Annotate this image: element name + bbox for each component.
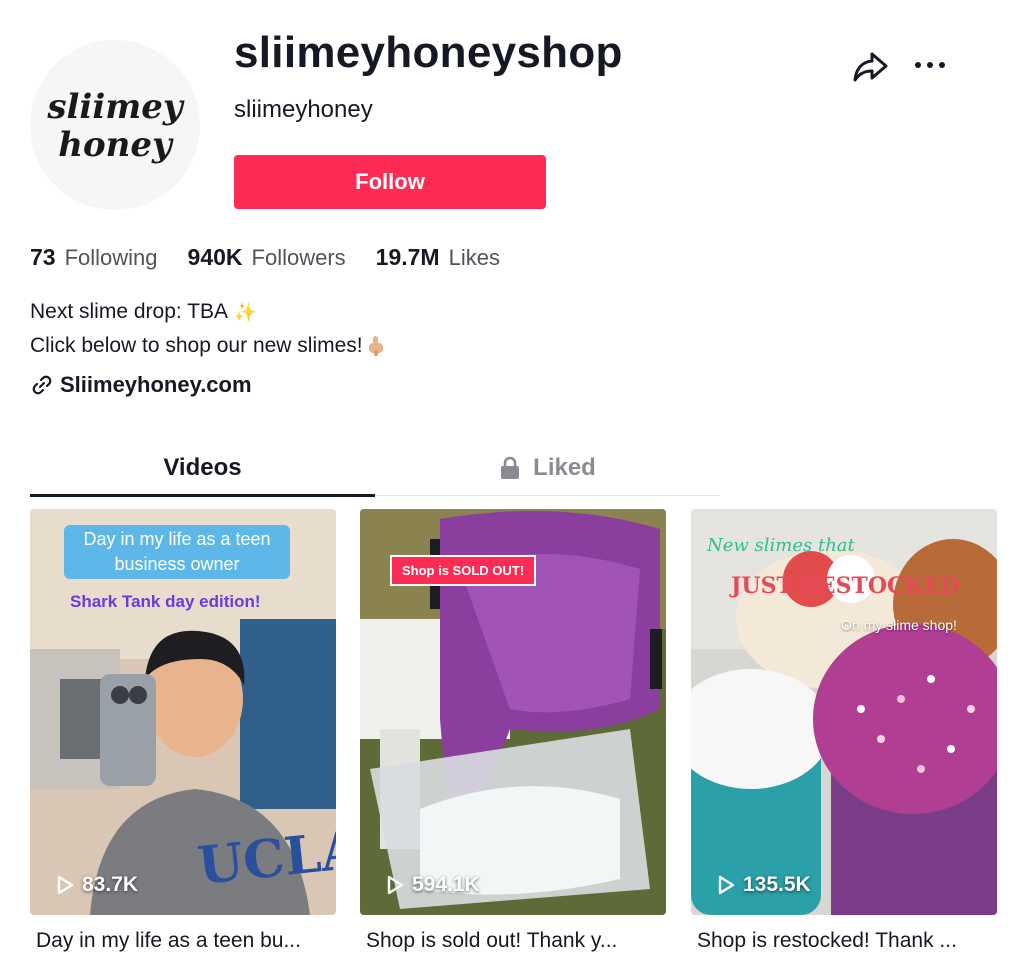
view-count-value: 594.1K [412,873,480,896]
profile-link[interactable]: Sliimeyhoney.com [30,372,252,398]
stat-value: 73 [30,244,56,270]
point-down-icon [368,336,383,356]
overlay-subtext: On my slime shop! [841,617,957,633]
view-count: 594.1K [384,873,480,897]
stat-following[interactable]: 73 Following [30,244,158,271]
follow-button[interactable]: Follow [234,155,546,209]
tab-label: Videos [163,453,242,481]
profile-tabs: Videos Liked [30,440,720,497]
share-button[interactable] [850,46,890,86]
bio-line: Click below to shop our new slimes! [30,329,385,363]
video-card[interactable]: UCLA Day in my life as a teen business o… [30,509,336,953]
avatar-logo: sliimey honey [46,87,184,165]
link-text: Sliimeyhoney.com [60,372,252,397]
view-count-value: 135.5K [743,873,811,896]
sparkles-icon: ✨ [234,302,257,322]
video-caption[interactable]: Day in my life as a teen bu... [30,929,336,953]
video-caption[interactable]: Shop is restocked! Thank ... [691,929,997,953]
video-card[interactable]: New slimes that JUST RESTOCKED On my sli… [691,509,997,953]
bio-text: Next slime drop: TBA [30,300,229,323]
stat-value: 19.7M [375,244,440,270]
overlay-headline: JUST RESTOCKED [731,573,960,599]
active-tab-indicator [30,494,375,497]
view-count-value: 83.7K [82,873,139,896]
overlay-text: Day in my life as a teen business owner [64,525,290,579]
overlay-text: New slimes that [707,535,855,556]
tab-liked[interactable]: Liked [375,440,720,495]
svg-text:honey: honey [58,125,174,165]
video-thumbnail[interactable]: UCLA Day in my life as a teen business o… [30,509,336,915]
view-count: 135.5K [715,873,811,897]
video-grid: UCLA Day in my life as a teen business o… [30,509,998,964]
video-thumbnail[interactable]: Shop is SOLD OUT! 594.1K [360,509,666,915]
tab-label: Liked [533,453,596,481]
profile-stats: 73 Following 940K Followers 19.7M Likes [30,244,530,271]
tab-videos[interactable]: Videos [30,440,375,495]
video-thumbnail[interactable]: New slimes that JUST RESTOCKED On my sli… [691,509,997,915]
stat-label: Followers [251,245,346,270]
stat-value: 940K [187,244,243,270]
play-icon [387,875,404,895]
more-dots-icon [915,62,945,68]
profile-username: sliimeyhoneyshop [234,28,623,77]
more-options-button[interactable] [910,50,950,80]
thumbnail-image [691,509,997,915]
lock-icon [501,456,520,479]
overlay-tag: Shop is SOLD OUT! [390,555,537,586]
bio-line: Next slime drop: TBA ✨ [30,295,385,329]
video-card[interactable]: Shop is SOLD OUT! 594.1K Shop is sold ou… [360,509,666,953]
play-icon [718,875,735,895]
stat-label: Likes [448,245,500,270]
link-icon [32,375,52,395]
profile-bio: Next slime drop: TBA ✨ Click below to sh… [30,295,385,363]
stat-likes: 19.7M Likes [376,244,500,271]
view-count: 83.7K [54,873,138,897]
avatar[interactable]: sliimey honey [30,40,200,210]
bio-text: Click below to shop our new slimes! [30,334,363,357]
profile-nickname: sliimeyhoney [234,96,373,123]
share-arrow-icon [853,52,888,82]
stat-followers[interactable]: 940K Followers [188,244,346,271]
svg-text:sliimey: sliimey [46,87,184,127]
play-icon [57,875,74,895]
video-caption[interactable]: Shop is sold out! Thank y... [360,929,666,953]
stat-label: Following [64,245,158,270]
overlay-subtext: Shark Tank day edition! [70,592,261,611]
